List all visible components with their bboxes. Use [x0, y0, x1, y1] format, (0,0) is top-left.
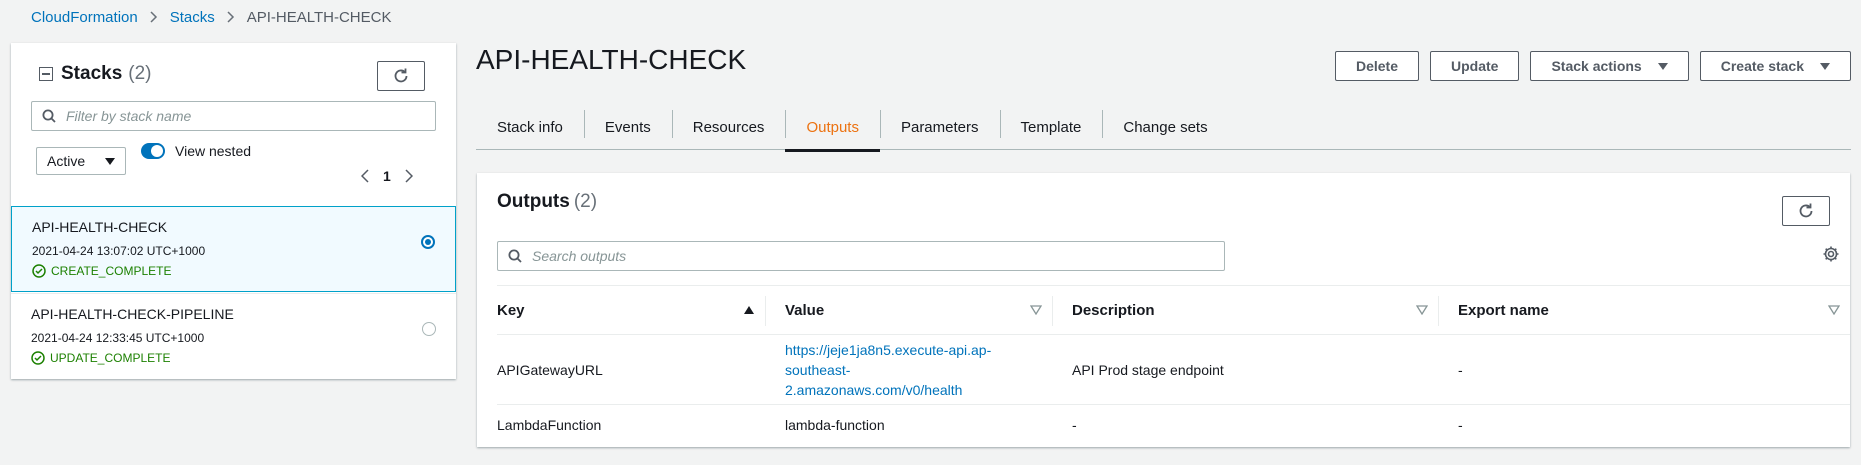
tab-stack-info[interactable]: Stack info: [476, 105, 584, 150]
chevron-left-icon[interactable]: [361, 169, 369, 183]
stack-date: 2021-04-24 13:07:02 UTC+1000: [32, 244, 206, 258]
table-row: LambdaFunction lambda-function - -: [497, 405, 1850, 445]
output-export-name: -: [1458, 361, 1463, 378]
stack-tabs: Stack info Events Resources Outputs Para…: [476, 105, 1851, 152]
stack-actions-bar: Delete Update Stack actions Create stack: [1334, 51, 1851, 81]
column-value[interactable]: Value: [765, 286, 1052, 334]
stack-actions-button[interactable]: Stack actions: [1530, 51, 1689, 81]
toggle-switch[interactable]: [141, 143, 165, 159]
output-value: https://jeje1ja8n5.execute-api.ap- south…: [765, 335, 1052, 404]
status-filter-select[interactable]: Active: [36, 147, 126, 175]
outputs-count: (2): [573, 191, 598, 212]
stacks-panel-header: Stacks (2): [39, 63, 152, 85]
refresh-icon: [1799, 203, 1813, 218]
delete-button[interactable]: Delete: [1334, 51, 1419, 81]
tab-outputs[interactable]: Outputs: [785, 105, 880, 152]
column-description[interactable]: Description: [1052, 286, 1438, 334]
output-description: API Prod stage endpoint: [1072, 361, 1224, 378]
stack-status-text: UPDATE_COMPLETE: [50, 351, 171, 365]
sort-icon: [1416, 305, 1428, 315]
check-circle-icon: [31, 351, 45, 365]
tab-parameters[interactable]: Parameters: [879, 105, 1000, 150]
chevron-right-icon[interactable]: [405, 169, 413, 183]
sort-icon: [1828, 305, 1840, 315]
stack-filter-input[interactable]: [66, 108, 401, 124]
stacks-panel: Stacks (2) Active View nested 1 API-HEAL…: [11, 43, 456, 379]
outputs-search-box: [497, 241, 1225, 271]
link-line: https://jeje1ja8n5.execute-api.ap-: [785, 341, 992, 358]
stacks-refresh-button[interactable]: [377, 61, 425, 91]
stack-radio-selected[interactable]: [421, 235, 435, 249]
stack-status-text: CREATE_COMPLETE: [51, 264, 172, 278]
create-stack-button[interactable]: Create stack: [1699, 51, 1851, 81]
link-line: 2.amazonaws.com/v0/health: [785, 381, 963, 398]
output-key: LambdaFunction: [497, 417, 602, 433]
tab-template[interactable]: Template: [999, 105, 1103, 150]
check-circle-icon: [32, 264, 46, 278]
pagination: 1: [361, 168, 413, 184]
chevron-right-icon: [150, 11, 158, 23]
outputs-title: Outputs: [497, 191, 570, 212]
breadcrumb-current: API-HEALTH-CHECK: [246, 8, 392, 26]
refresh-icon: [394, 68, 408, 83]
tab-change-sets[interactable]: Change sets: [1102, 105, 1228, 150]
table-header: Key Value Description Export name: [497, 285, 1850, 335]
stacks-panel-title: Stacks: [61, 63, 123, 84]
stack-filter-box: [31, 101, 436, 131]
stack-name: API-HEALTH-CHECK-PIPELINE: [31, 306, 234, 322]
stack-name: API-HEALTH-CHECK: [32, 219, 168, 235]
gear-icon[interactable]: [1822, 245, 1840, 268]
outputs-panel: Outputs(2) Key Value Description Export …: [477, 173, 1850, 447]
output-description: -: [1072, 417, 1077, 433]
create-stack-label: Create stack: [1720, 58, 1804, 74]
column-label: Value: [785, 301, 825, 319]
outputs-table: Key Value Description Export name APIGat…: [497, 285, 1850, 445]
stack-date: 2021-04-24 12:33:45 UTC+1000: [31, 331, 205, 345]
page-title: API-HEALTH-CHECK: [476, 44, 747, 75]
link-line: southeast-: [785, 361, 851, 378]
tab-events[interactable]: Events: [583, 105, 672, 150]
output-value-link[interactable]: https://jeje1ja8n5.execute-api.ap- south…: [785, 340, 991, 400]
stack-status: CREATE_COMPLETE: [32, 264, 455, 278]
breadcrumb-stacks[interactable]: Stacks: [170, 9, 215, 26]
stack-item-api-health-check[interactable]: API-HEALTH-CHECK 2021-04-24 13:07:02 UTC…: [11, 206, 456, 292]
table-row: APIGatewayURL https://jeje1ja8n5.execute…: [497, 335, 1850, 405]
column-label: Description: [1072, 301, 1155, 319]
stacks-count: (2): [128, 63, 152, 84]
stack-radio[interactable]: [422, 322, 436, 336]
view-nested-label: View nested: [175, 143, 252, 159]
status-filter-value: Active: [47, 153, 86, 169]
column-key[interactable]: Key: [497, 286, 765, 334]
outputs-refresh-button[interactable]: [1782, 196, 1830, 226]
output-key: APIGatewayURL: [497, 361, 603, 378]
breadcrumb: CloudFormation Stacks API-HEALTH-CHECK: [31, 7, 391, 27]
caret-down-icon: [105, 157, 115, 165]
view-nested-toggle[interactable]: View nested: [141, 143, 251, 159]
stack-actions-label: Stack actions: [1551, 58, 1642, 74]
caret-down-icon: [1820, 62, 1830, 70]
tab-resources[interactable]: Resources: [671, 105, 786, 150]
chevron-right-icon: [227, 11, 235, 23]
search-icon: [42, 109, 56, 123]
outputs-header: Outputs (2): [497, 191, 597, 213]
stack-item-api-health-check-pipeline[interactable]: API-HEALTH-CHECK-PIPELINE 2021-04-24 12:…: [11, 293, 456, 379]
search-icon: [508, 249, 522, 263]
breadcrumb-cloudformation[interactable]: CloudFormation: [31, 9, 138, 26]
stack-status: UPDATE_COMPLETE: [31, 351, 456, 365]
output-export-name: -: [1458, 417, 1463, 433]
sort-icon: [1030, 305, 1042, 315]
column-export-name[interactable]: Export name: [1438, 286, 1850, 334]
page-number[interactable]: 1: [383, 168, 391, 184]
column-label: Export name: [1458, 301, 1549, 319]
output-value: lambda-function: [785, 417, 885, 433]
caret-down-icon: [1657, 62, 1668, 70]
outputs-search-input[interactable]: [532, 248, 1141, 264]
update-button[interactable]: Update: [1430, 51, 1520, 81]
sort-ascending-icon: [744, 306, 754, 314]
column-label: Key: [497, 301, 525, 319]
collapse-icon[interactable]: [39, 67, 53, 81]
